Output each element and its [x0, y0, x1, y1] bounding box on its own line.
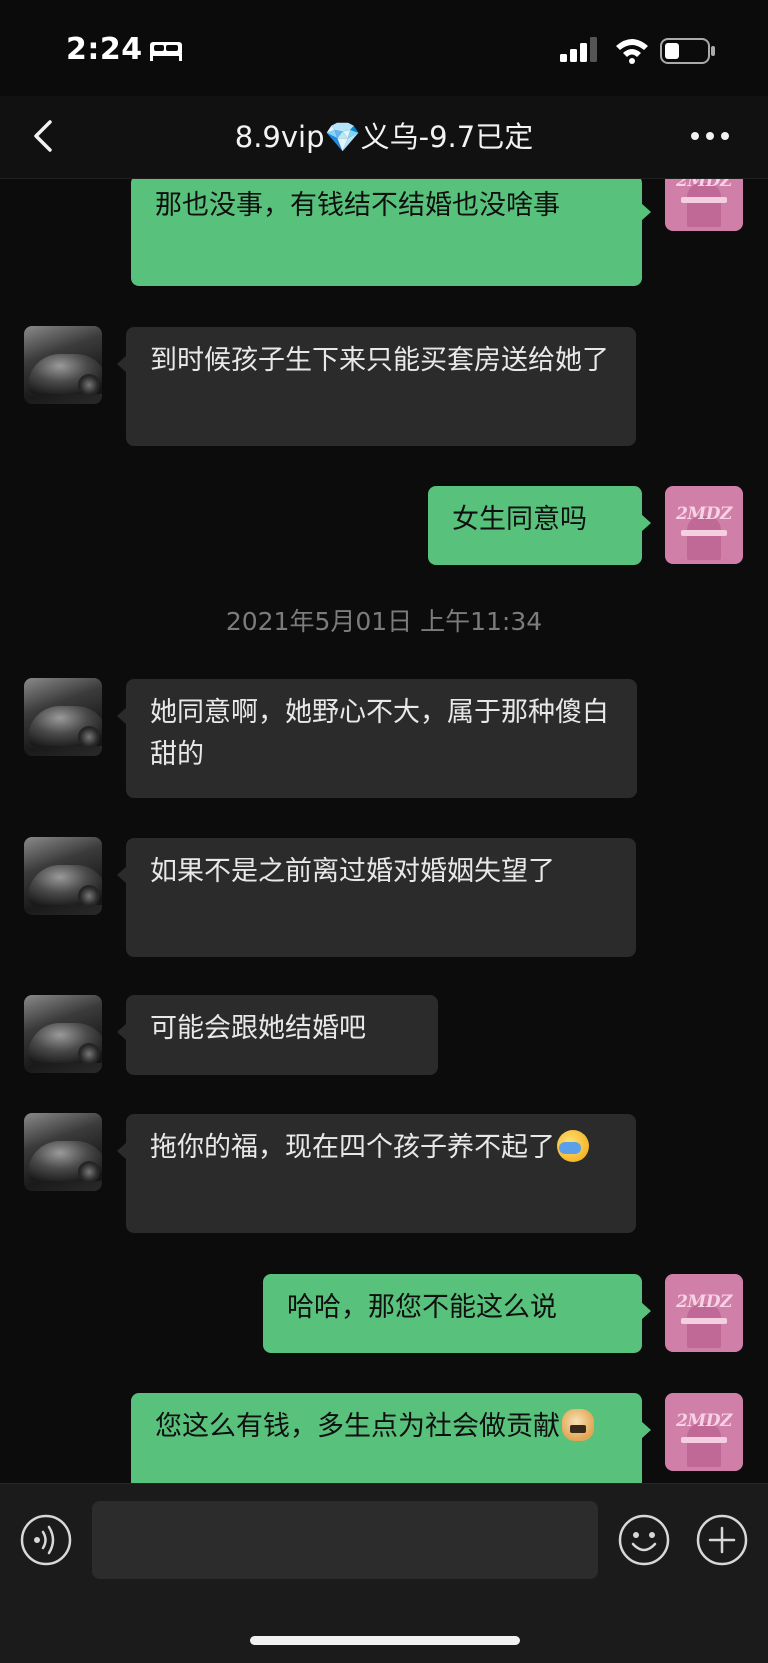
- car-wheel: [78, 374, 100, 396]
- my-avatar[interactable]: 2MDZ: [665, 1393, 743, 1471]
- message-input[interactable]: [92, 1501, 598, 1579]
- car-wheel: [78, 1043, 100, 1065]
- message-text: 哈哈，那您不能这么说: [287, 1292, 557, 1323]
- outgoing-message[interactable]: 哈哈，那您不能这么说: [263, 1274, 651, 1353]
- logo-underline: [681, 1318, 727, 1324]
- contact-avatar[interactable]: [24, 995, 102, 1073]
- message-text: 如果不是之前离过婚对婚姻失望了: [150, 856, 555, 887]
- message-list[interactable]: 那也没事，有钱结不结婚也没啥事 2MDZ 到时候孩子生下来只能买套房送给她了 女…: [0, 179, 768, 1483]
- outgoing-message[interactable]: 您这么有钱，多生点为社会做贡献: [131, 1393, 651, 1483]
- incoming-message[interactable]: 可能会跟她结婚吧: [117, 995, 438, 1075]
- contact-avatar[interactable]: [24, 678, 102, 756]
- message-text: 她同意啊，她野心不大，属于那种傻白甜的: [150, 697, 609, 770]
- signal-icon: [560, 37, 597, 62]
- more-options-icon[interactable]: [688, 126, 732, 146]
- logo-text: 2MDZ: [676, 1411, 732, 1431]
- outgoing-message[interactable]: 那也没事，有钱结不结婚也没啥事: [131, 179, 651, 286]
- logo-text: 2MDZ: [676, 1292, 732, 1312]
- contact-avatar[interactable]: [24, 837, 102, 915]
- status-time: 2:24: [66, 32, 143, 67]
- incoming-message[interactable]: 到时候孩子生下来只能买套房送给她了: [117, 327, 636, 446]
- incoming-message[interactable]: 她同意啊，她野心不大，属于那种傻白甜的: [117, 679, 637, 798]
- message-text: 女生同意吗: [452, 504, 587, 535]
- message-text: 可能会跟她结婚吧: [150, 1013, 366, 1044]
- car-wheel: [78, 885, 100, 907]
- logo-underline: [681, 197, 727, 203]
- emoji-picker-icon[interactable]: [618, 1514, 670, 1566]
- logo-underline: [681, 530, 727, 536]
- message-composer: [0, 1483, 768, 1663]
- home-indicator[interactable]: [250, 1636, 520, 1645]
- logo-text: 2MDZ: [676, 504, 732, 524]
- sleep-mode-icon: [150, 42, 182, 61]
- voice-input-icon[interactable]: [20, 1514, 72, 1566]
- my-avatar[interactable]: 2MDZ: [665, 1274, 743, 1352]
- contact-avatar[interactable]: [24, 326, 102, 404]
- my-avatar[interactable]: 2MDZ: [665, 179, 743, 231]
- facepalm-emoji: [557, 1130, 589, 1162]
- incoming-message[interactable]: 拖你的福，现在四个孩子养不起了: [117, 1114, 636, 1233]
- chat-header: 8.9vip💎义乌-9.7已定: [0, 96, 768, 179]
- contact-avatar[interactable]: [24, 1113, 102, 1191]
- wifi-icon: [616, 39, 648, 64]
- my-avatar[interactable]: 2MDZ: [665, 486, 743, 564]
- battery-icon: [660, 38, 715, 64]
- outgoing-message[interactable]: 女生同意吗: [428, 486, 651, 565]
- logo-underline: [681, 1437, 727, 1443]
- logo-text: 2MDZ: [676, 179, 732, 191]
- message-text: 拖你的福，现在四个孩子养不起了: [150, 1132, 555, 1163]
- message-timestamp: 2021年5月01日 上午11:34: [225, 607, 543, 636]
- car-wheel: [78, 726, 100, 748]
- message-text: 您这么有钱，多生点为社会做贡献: [155, 1411, 560, 1442]
- message-text: 到时候孩子生下来只能买套房送给她了: [150, 345, 609, 376]
- chat-title: 8.9vip💎义乌-9.7已定: [234, 120, 534, 154]
- doge-emoji: [562, 1409, 594, 1441]
- status-bar: 2:24: [0, 0, 768, 96]
- car-wheel: [78, 1161, 100, 1183]
- add-attachment-icon[interactable]: [696, 1514, 748, 1566]
- incoming-message[interactable]: 如果不是之前离过婚对婚姻失望了: [117, 838, 636, 957]
- message-text: 那也没事，有钱结不结婚也没啥事: [155, 190, 560, 221]
